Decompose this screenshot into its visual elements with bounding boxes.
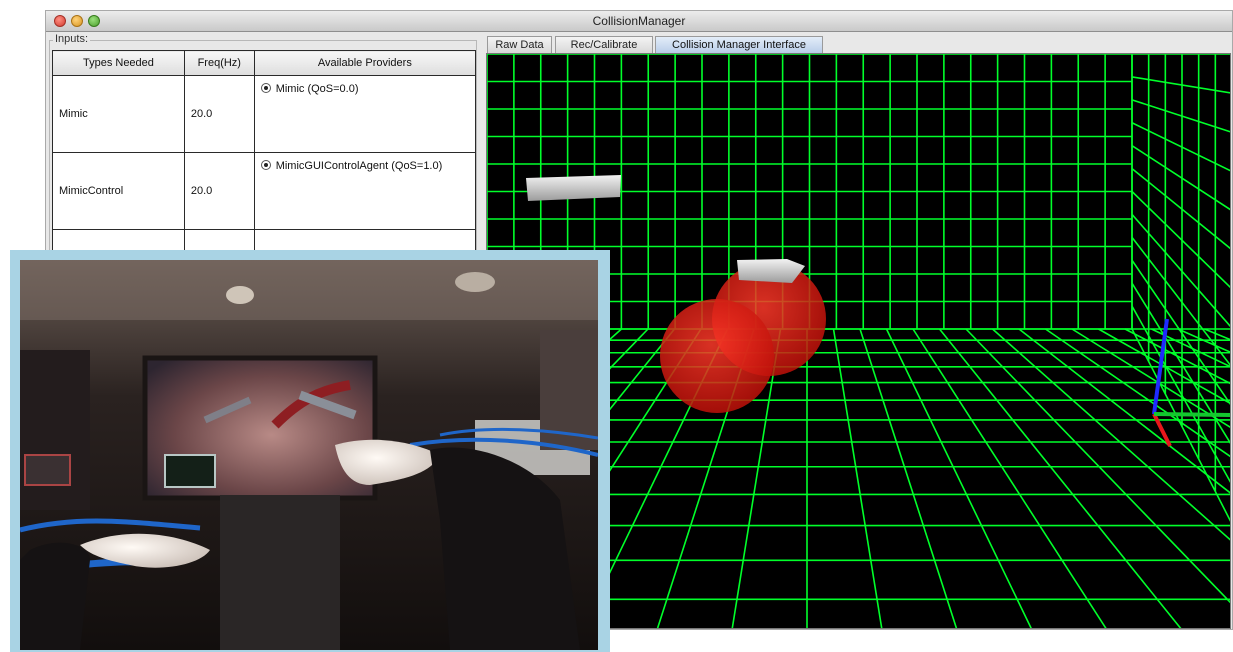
gray-box-object[interactable] [526,175,621,201]
axis-y-icon [1153,412,1230,417]
table-row[interactable]: Mimic 20.0 Mimic (QoS=0.0) [52,75,477,153]
window-title: CollisionManager [592,14,686,28]
type-cell: Mimic [52,75,185,153]
provider-cell: MimicGUIControlAgent (QoS=1.0) [253,152,477,230]
provider-radio[interactable] [260,83,271,93]
grid-line [1045,328,1230,458]
column-header-types-needed[interactable]: Types Needed [52,50,185,76]
table-row[interactable]: MimicControl 20.0 MimicGUIControlAgent (… [52,152,477,230]
tab-rec-calibrate[interactable]: Rec/Calibrate [555,36,653,53]
right-wall-grid [1131,54,1230,522]
grid-line [1071,328,1230,428]
grid-line [1151,328,1230,368]
freq-cell[interactable]: 20.0 [183,152,255,230]
freq-cell[interactable]: 20.0 [183,75,255,153]
inputs-legend: Inputs: [53,33,91,45]
grid-line [965,328,1230,604]
grid-line [1177,328,1230,353]
tab-raw-data[interactable]: Raw Data [487,36,552,53]
column-header-freq[interactable]: Freq(Hz) [183,50,255,76]
column-header-available-providers[interactable]: Available Providers [253,50,477,76]
photo-inset-frame [10,250,610,652]
tab-collision-manager-interface[interactable]: Collision Manager Interface [655,36,823,53]
provider-radio[interactable] [260,160,271,170]
red-collision-sphere[interactable] [660,299,774,413]
type-cell: MimicControl [52,152,185,230]
vr-surgery-training-photo-icon [20,260,598,650]
provider-cell: Mimic (QoS=0.0) [253,75,477,153]
provider-label[interactable]: Mimic (QoS=0.0) [276,83,359,95]
provider-label[interactable]: MimicGUIControlAgent (QoS=1.0) [276,160,443,172]
table-header-row: Types Needed Freq(Hz) Available Provider… [52,50,477,76]
title-bar: CollisionManager [46,11,1232,32]
